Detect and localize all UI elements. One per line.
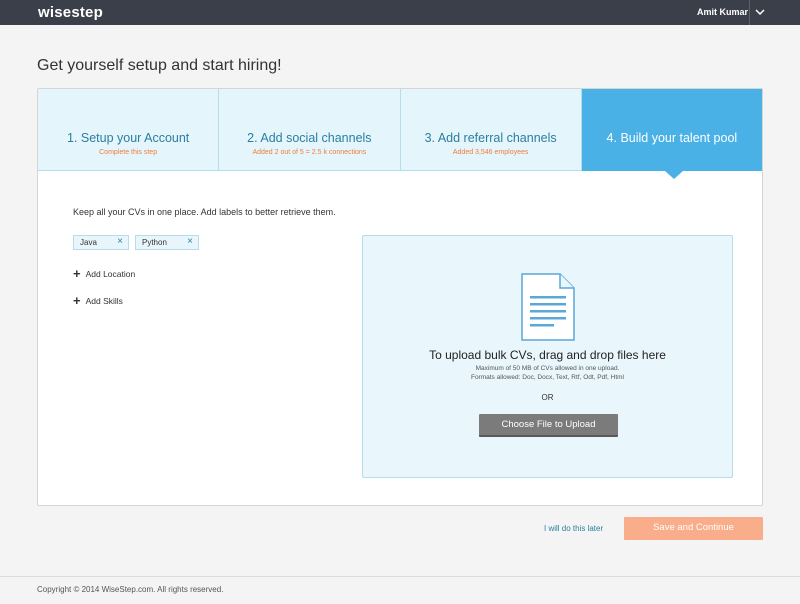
document-icon — [521, 273, 575, 341]
plus-icon: + — [73, 266, 81, 281]
page-title: Get yourself setup and start hiring! — [37, 57, 282, 74]
step-subtitle: Added 2 out of 5 = 2.5 k connections — [252, 149, 367, 156]
talent-pool-intro: Keep all your CVs in one place. Add labe… — [73, 207, 336, 217]
step-talent-pool[interactable]: 4. Build your talent pool — [581, 89, 762, 179]
add-location-label: Add Location — [85, 269, 136, 279]
step-subtitle: Complete this step — [99, 149, 158, 156]
step-title: 3. Add referral channels — [424, 131, 557, 145]
choose-file-button[interactable]: Choose File to Upload — [479, 414, 618, 437]
step-tabs: 1. Setup your Account Complete this step… — [38, 89, 762, 179]
chevron-down-icon[interactable] — [753, 5, 767, 19]
step-title: 2. Add social channels — [247, 131, 372, 145]
step-setup-account[interactable]: 1. Setup your Account Complete this step — [38, 89, 220, 171]
app-logo[interactable]: wisestep — [38, 4, 103, 21]
upload-formats-note: Formats allowed: Doc, Docx, Text, Rtf, O… — [470, 374, 625, 381]
active-step-pointer — [664, 171, 683, 179]
step-subtitle: Added 3,546 employees — [452, 149, 529, 156]
do-later-link[interactable]: I will do this later — [544, 524, 603, 533]
upload-size-note: Maximum of 50 MB of CVs allowed in one u… — [475, 365, 620, 372]
save-and-continue-button[interactable]: Save and Continue — [624, 517, 763, 540]
step-referral-channels[interactable]: 3. Add referral channels Added 3,546 emp… — [400, 89, 582, 171]
add-location-link[interactable]: + Add Location — [73, 266, 136, 281]
footer-divider — [0, 576, 800, 577]
step-social-channels[interactable]: 2. Add social channels Added 2 out of 5 … — [219, 89, 401, 171]
cv-drop-zone[interactable]: To upload bulk CVs, drag and drop files … — [362, 235, 733, 478]
upload-title: To upload bulk CVs, drag and drop files … — [429, 348, 666, 362]
divider — [749, 0, 750, 25]
close-icon[interactable]: × — [187, 236, 193, 247]
footer-copyright: Copyright © 2014 WiseStep.com. All right… — [37, 585, 224, 594]
tag-label: Python — [142, 238, 167, 247]
tag-label: Java — [80, 238, 97, 247]
setup-card: 1. Setup your Account Complete this step… — [37, 88, 763, 506]
step-title: 4. Build your talent pool — [606, 131, 738, 145]
tag-java: Java × — [73, 235, 129, 250]
plus-icon: + — [73, 293, 81, 308]
step-title: 1. Setup your Account — [66, 131, 190, 145]
add-skills-link[interactable]: + Add Skills — [73, 293, 123, 308]
close-icon[interactable]: × — [117, 236, 123, 247]
upload-or-label: OR — [541, 393, 554, 402]
top-nav-bar: wisestep Amit Kumar — [0, 0, 800, 25]
label-tags: Java × Python × — [73, 235, 199, 250]
user-name[interactable]: Amit Kumar — [697, 7, 748, 17]
add-skills-label: Add Skills — [85, 296, 123, 306]
tag-python: Python × — [135, 235, 199, 250]
